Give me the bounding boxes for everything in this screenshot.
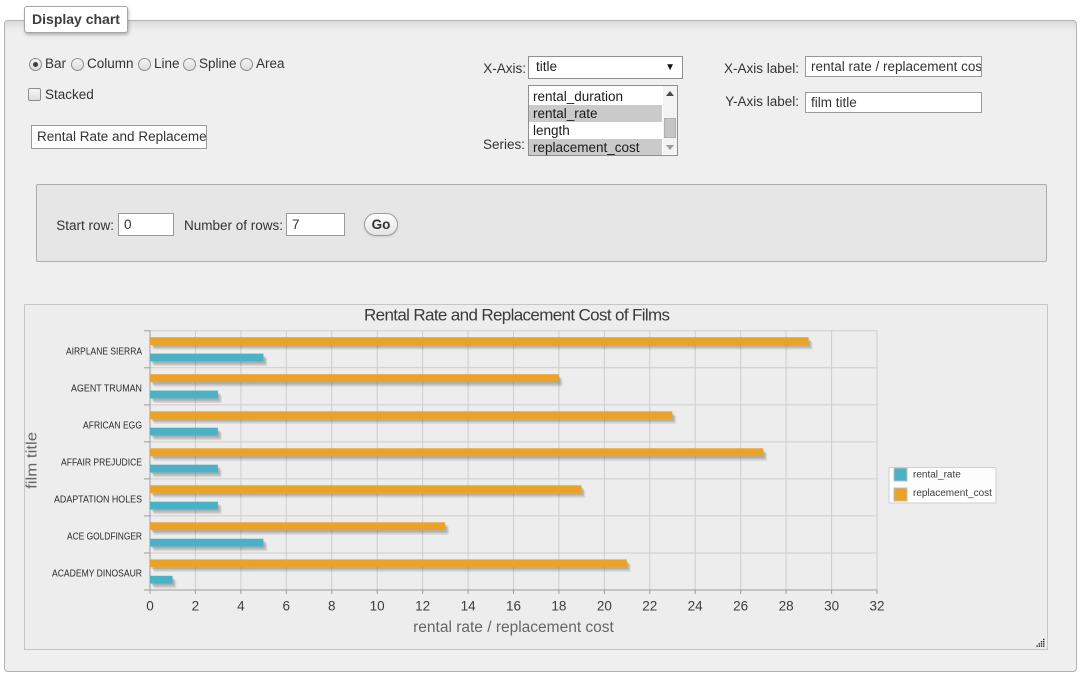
svg-text:8: 8 xyxy=(328,599,336,614)
svg-text:AIRPLANE SIERRA: AIRPLANE SIERRA xyxy=(66,346,142,357)
svg-text:18: 18 xyxy=(551,599,566,614)
svg-text:26: 26 xyxy=(733,599,748,614)
svg-text:12: 12 xyxy=(415,599,430,614)
svg-text:ACADEMY DINOSAUR: ACADEMY DINOSAUR xyxy=(52,569,142,580)
svg-text:rental_rate: rental_rate xyxy=(913,470,961,481)
svg-text:28: 28 xyxy=(779,599,794,614)
svg-text:AFFAIR PREJUDICE: AFFAIR PREJUDICE xyxy=(61,457,142,468)
svg-text:32: 32 xyxy=(869,599,884,614)
svg-text:24: 24 xyxy=(688,599,704,614)
svg-text:ADAPTATION HOLES: ADAPTATION HOLES xyxy=(54,494,142,505)
svg-text:AFRICAN EGG: AFRICAN EGG xyxy=(83,420,142,431)
svg-text:20: 20 xyxy=(597,599,612,614)
svg-text:0: 0 xyxy=(146,599,154,614)
svg-text:30: 30 xyxy=(824,599,839,614)
svg-text:22: 22 xyxy=(642,599,657,614)
svg-text:film title: film title xyxy=(25,432,41,489)
svg-text:AGENT TRUMAN: AGENT TRUMAN xyxy=(71,383,142,394)
svg-text:4: 4 xyxy=(237,599,245,614)
svg-text:Rental Rate and Replacement Co: Rental Rate and Replacement Cost of Film… xyxy=(364,306,670,325)
svg-text:ACE GOLDFINGER: ACE GOLDFINGER xyxy=(67,532,142,543)
svg-text:replacement_cost: replacement_cost xyxy=(913,488,992,499)
svg-text:6: 6 xyxy=(283,599,291,614)
svg-text:14: 14 xyxy=(461,599,477,614)
svg-text:10: 10 xyxy=(370,599,385,614)
svg-text:2: 2 xyxy=(192,599,200,614)
svg-text:16: 16 xyxy=(506,599,521,614)
svg-text:rental rate / replacement cost: rental rate / replacement cost xyxy=(413,619,614,636)
